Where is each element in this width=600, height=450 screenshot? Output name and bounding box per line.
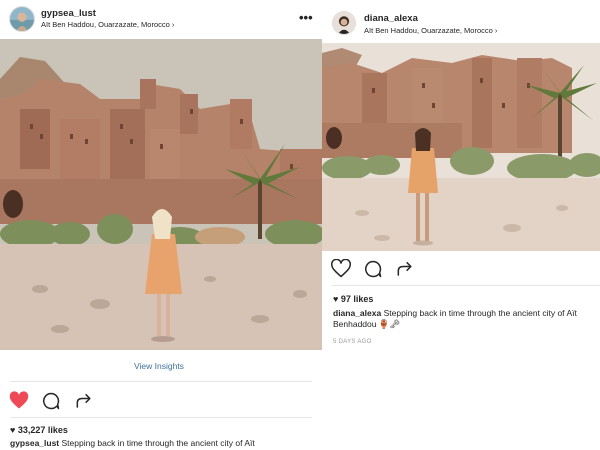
post-photo[interactable]: [0, 39, 322, 350]
location-link[interactable]: Aït Ben Haddou, Ouarzazate, Morocco ›: [41, 20, 174, 29]
post-photo[interactable]: [322, 43, 600, 251]
caption: gypsea_lust Stepping back in time throug…: [10, 438, 320, 449]
caption-text: Stepping back in time through the ancien…: [61, 438, 255, 448]
share-icon[interactable]: [74, 391, 94, 411]
avatar-image: [333, 12, 355, 34]
post-diana-alexa: diana_alexa Aït Ben Haddou, Ouarzazate, …: [322, 0, 600, 450]
likes-text: 33,227 likes: [17, 425, 68, 435]
heart-small-icon: ♥: [333, 294, 339, 304]
post-gypsea-lust: gypsea_lust Aït Ben Haddou, Ouarzazate, …: [0, 0, 322, 450]
more-options-icon[interactable]: •••: [299, 11, 313, 24]
comment-icon[interactable]: [363, 259, 383, 279]
location-text: Aït Ben Haddou, Ouarzazate, Morocco: [41, 20, 170, 29]
heart-small-icon: ♥: [10, 425, 16, 435]
chevron-right-icon: ›: [494, 26, 498, 35]
view-insights-link[interactable]: View Insights: [134, 361, 184, 371]
share-icon[interactable]: [395, 259, 415, 279]
kasbah-photo-right: [322, 43, 600, 251]
caption-username[interactable]: gypsea_lust: [10, 438, 59, 448]
like-count[interactable]: ♥ 33,227 likes: [10, 425, 68, 435]
chevron-right-icon: ›: [171, 20, 175, 29]
avatar[interactable]: [332, 11, 356, 35]
timestamp: 5 DAYS AGO: [333, 339, 372, 345]
kasbah-photo-left: [0, 39, 322, 350]
location-link[interactable]: Aït Ben Haddou, Ouarzazate, Morocco ›: [364, 26, 497, 35]
actions-divider: [10, 417, 312, 418]
heart-liked-icon[interactable]: [9, 391, 29, 411]
username[interactable]: gypsea_lust: [41, 8, 96, 19]
caption-username[interactable]: diana_alexa: [333, 308, 381, 318]
likes-text: 97 likes: [340, 294, 374, 304]
avatar-image: [10, 7, 34, 31]
post-header: gypsea_lust Aït Ben Haddou, Ouarzazate, …: [0, 0, 322, 40]
heart-outline-icon[interactable]: [331, 259, 351, 279]
like-count[interactable]: ♥ 97 likes: [333, 294, 373, 304]
insights-divider: [10, 381, 312, 382]
location-text: Aït Ben Haddou, Ouarzazate, Morocco: [364, 26, 493, 35]
avatar[interactable]: [9, 6, 35, 32]
username[interactable]: diana_alexa: [364, 13, 418, 24]
comment-icon[interactable]: [41, 391, 61, 411]
caption: diana_alexa Stepping back in time throug…: [333, 308, 599, 330]
post-header: diana_alexa Aït Ben Haddou, Ouarzazate, …: [322, 0, 600, 40]
actions-divider: [332, 285, 600, 286]
